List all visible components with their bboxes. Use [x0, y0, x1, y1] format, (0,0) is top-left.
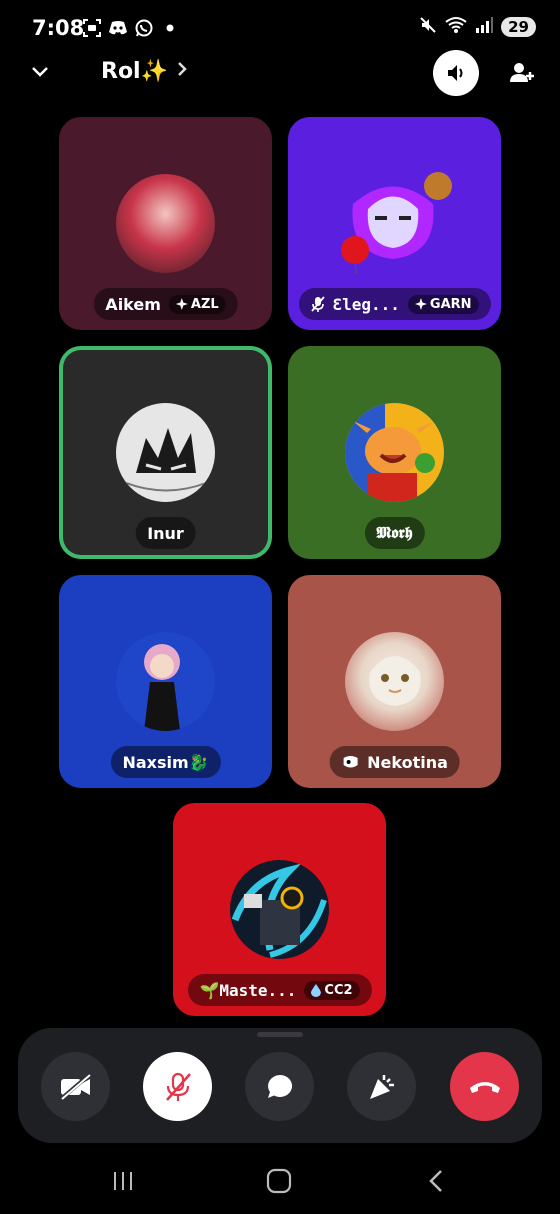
recents-icon [114, 1172, 132, 1190]
participant-label: Inur [135, 517, 196, 549]
sparkle-icon [175, 298, 188, 310]
call-header: Rol✨ [0, 50, 560, 96]
camera-off-icon [59, 1072, 91, 1101]
avatar [345, 403, 444, 502]
participant-label: 🌱Maste... CC2 [187, 974, 372, 1006]
avatar [345, 632, 444, 731]
server-tag: CC2 [304, 980, 360, 1000]
wifi-icon [445, 16, 467, 38]
chat-icon [267, 1074, 292, 1098]
participant-tile-naxsim[interactable]: Naxsim🐉 [59, 575, 272, 788]
mic-muted-icon [165, 1072, 191, 1101]
avatar [116, 403, 215, 502]
channel-name[interactable]: Rol✨ [101, 59, 168, 84]
participant-name: Inur [147, 523, 184, 543]
participant-tile-nekotina[interactable]: Nekotina [288, 575, 501, 788]
add-user-icon [510, 63, 534, 82]
home-icon [266, 1168, 292, 1194]
camera-toggle-button[interactable] [41, 1052, 110, 1121]
drawer-handle[interactable] [257, 1032, 303, 1037]
soundboard-icon [343, 756, 358, 768]
participant-tile-eleg[interactable]: Ɛleg... GARN [288, 117, 501, 330]
screenshot-icon [82, 18, 102, 38]
avatar [116, 174, 215, 273]
avatar [341, 172, 452, 274]
participant-label: Ɛleg... GARN [298, 288, 491, 320]
dot-icon [160, 18, 180, 38]
participant-name: 𝕸𝖔𝖗𝖍 [376, 523, 413, 542]
participant-tile-morh[interactable]: 𝕸𝖔𝖗𝖍 [288, 346, 501, 559]
status-right-icons: 29 [419, 16, 536, 38]
participant-tile-aikem[interactable]: Aikem AZL [59, 117, 272, 330]
recent-apps-button[interactable] [103, 1164, 143, 1198]
invite-button[interactable] [506, 57, 538, 89]
call-controls [18, 1028, 542, 1143]
speaker-button[interactable] [433, 50, 479, 96]
participant-name: 🌱Maste... [199, 980, 297, 1000]
discord-icon [108, 18, 128, 38]
soundboard-icon [369, 1074, 394, 1099]
status-left-icons [82, 18, 180, 38]
participant-label: Nekotina [329, 746, 460, 778]
participant-label: Aikem AZL [93, 288, 238, 320]
minimize-button[interactable] [30, 60, 50, 85]
drop-icon [311, 983, 322, 997]
participant-label: 𝕸𝖔𝖗𝖍 [364, 517, 425, 549]
avatar [230, 860, 329, 959]
chat-button[interactable] [245, 1052, 314, 1121]
participant-name: Aikem [105, 294, 161, 314]
mute-toggle-button[interactable] [143, 1052, 212, 1121]
back-button[interactable] [416, 1164, 456, 1198]
participant-tile-master[interactable]: 🌱Maste... CC2 [173, 803, 386, 1016]
mute-icon [419, 16, 437, 38]
participant-name: Naxsim🐉 [122, 752, 209, 772]
server-tag: GARN [407, 294, 479, 314]
speaker-icon [448, 65, 463, 81]
participant-name: Ɛleg... [332, 294, 400, 314]
whatsapp-icon [134, 18, 154, 38]
mic-muted-icon [310, 296, 325, 312]
disconnect-button[interactable] [450, 1052, 519, 1121]
home-button[interactable] [259, 1164, 299, 1198]
back-icon [429, 1170, 442, 1192]
activities-button[interactable] [347, 1052, 416, 1121]
status-time: 7:08 [32, 16, 85, 40]
system-navigation-bar [0, 1150, 560, 1214]
battery-level: 29 [501, 17, 536, 37]
participant-tile-inur[interactable]: Inur [59, 346, 272, 559]
channel-details-button[interactable] [176, 59, 188, 83]
signal-icon [475, 16, 494, 38]
participant-label: Naxsim🐉 [110, 746, 221, 778]
avatar [116, 632, 215, 731]
hang-up-icon [469, 1081, 500, 1093]
sparkle-icon [414, 298, 427, 310]
chevron-right-icon [178, 62, 187, 76]
server-tag: AZL [168, 294, 226, 314]
chevron-down-icon [32, 67, 48, 77]
participant-name: Nekotina [367, 752, 448, 772]
